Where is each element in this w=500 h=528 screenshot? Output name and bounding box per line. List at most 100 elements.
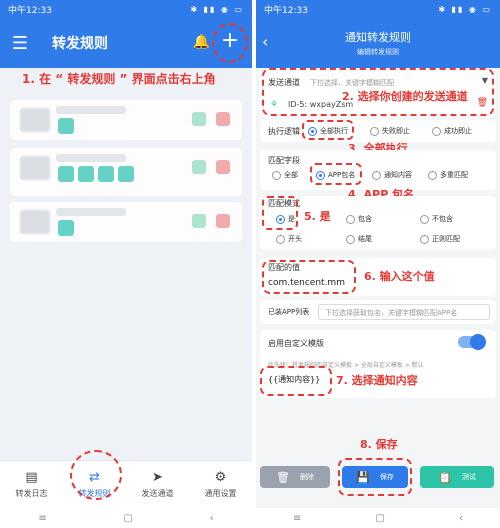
exec-logic-label: 执行逻辑 (268, 127, 300, 136)
rule-card-blurred (20, 210, 50, 234)
template-input[interactable]: {{通知内容}} (268, 374, 320, 385)
bell-icon[interactable]: 🔔 (193, 34, 210, 50)
rule-chip (78, 166, 94, 182)
nav-label: 转发规则 (78, 489, 111, 498)
match-field-label: 匹配字段 (268, 156, 300, 165)
radio-exec-all[interactable]: 全部执行 (308, 126, 348, 136)
radio-dot (420, 234, 429, 244)
rule-card[interactable] (10, 148, 242, 196)
app-bar: ☰ 转发规则 🔔 + (0, 18, 252, 68)
status-bar: 中午12:33 ✱ ▮▮ ◉ ▭ (256, 0, 500, 18)
page-title: 转发规则 (52, 36, 108, 52)
rule-chip (98, 166, 114, 182)
annotation-step-8: 8. 保存 (360, 438, 398, 451)
annotation-step-5: 5. 是 (304, 210, 331, 223)
radio-dot (308, 126, 317, 136)
rule-chip (58, 118, 74, 134)
annotation-step-6: 6. 输入这个值 (364, 270, 435, 283)
app-list-select[interactable]: 下拉选择获取包名，关键字模糊匹配APP名 (318, 304, 490, 320)
radio-stop-on-success[interactable]: 成功即止 (432, 126, 472, 136)
nav-settings[interactable]: ⚙ 通用设置 (189, 461, 252, 508)
radio-field-notify-content[interactable]: 通知内容 (372, 170, 412, 180)
nav-forward-log[interactable]: ▤ 转发日志 (0, 461, 63, 508)
home-icon[interactable]: ▢ (375, 513, 384, 524)
radio-dot (372, 170, 381, 180)
status-icons: ✱ ▮▮ ◉ ▭ (190, 4, 244, 14)
rule-card-blurred (20, 156, 50, 180)
radio-field-all[interactable]: 全部 (272, 170, 298, 180)
radio-dot (370, 126, 379, 136)
radio-field-multi[interactable]: 多重匹配 (428, 170, 468, 180)
edit-icon[interactable] (192, 112, 206, 126)
radio-dot (420, 214, 429, 224)
radio-mode-starts-with[interactable]: 开头 (276, 234, 302, 244)
radio-dot (276, 234, 285, 244)
delete-icon[interactable] (216, 214, 230, 228)
radio-dot (346, 234, 355, 244)
delete-icon[interactable] (216, 160, 230, 174)
match-value-label: 匹配的值 (268, 263, 300, 272)
status-time: 中午12:33 (8, 5, 52, 16)
rule-card[interactable] (10, 100, 242, 140)
match-mode-label: 匹配模式 (268, 199, 300, 208)
dropdown-arrow-icon[interactable]: ▼ (482, 76, 488, 85)
back-icon[interactable]: ‹ (210, 513, 214, 524)
radio-label: 不包含 (432, 215, 453, 223)
radio-mode-not-contains[interactable]: 不包含 (420, 214, 453, 224)
app-list-label: 已装APP列表 (268, 308, 310, 316)
radio-label: APP包名 (328, 171, 356, 179)
nav-send-channel[interactable]: ➤ 发送通道 (126, 461, 189, 508)
recents-icon[interactable]: ≡ (38, 513, 46, 524)
app-bar: ‹ 通知转发规则 编辑转发规则 (256, 18, 500, 68)
radio-label: 是 (288, 215, 295, 223)
gear-icon: ⚙ (214, 470, 227, 485)
menu-icon[interactable]: ☰ (0, 33, 40, 54)
rule-card-blurred (20, 108, 50, 132)
nav-forward-rules[interactable]: ⇄ 转发规则 (63, 461, 126, 508)
edit-icon[interactable] (192, 160, 206, 174)
radio-dot (432, 126, 441, 136)
recents-icon[interactable]: ≡ (293, 513, 301, 524)
page-subtitle: 编辑转发规则 (357, 48, 399, 56)
nav-label: 转发日志 (15, 489, 48, 498)
back-arrow-icon[interactable]: ‹ (262, 32, 268, 51)
radio-mode-regex[interactable]: 正则匹配 (420, 234, 460, 244)
save-button[interactable]: 💾 保存 (342, 466, 408, 488)
match-value-input[interactable]: com.tencent.mm (268, 278, 345, 288)
radio-label: 失败即止 (382, 127, 410, 135)
custom-template-label: 启用自定义模版 (268, 339, 324, 348)
home-icon[interactable]: ▢ (123, 513, 132, 524)
add-rule-button[interactable]: + (218, 30, 242, 54)
app-list-section: 已装APP列表 下拉选择获取包名，关键字模糊匹配APP名 (260, 300, 496, 324)
radio-dot (346, 214, 355, 224)
rules-icon: ⇄ (89, 470, 100, 485)
rule-card[interactable] (10, 202, 242, 242)
radio-stop-on-fail[interactable]: 失败即止 (370, 126, 410, 136)
radio-mode-ends-with[interactable]: 结尾 (346, 234, 372, 244)
radio-mode-equals[interactable]: 是 (276, 214, 295, 224)
trash-icon[interactable]: 🗑 (477, 98, 488, 108)
radio-label: 结尾 (358, 235, 372, 243)
delete-icon[interactable] (216, 112, 230, 126)
radio-dot (316, 170, 325, 180)
system-nav-bar: ≡ ▢ ‹ (256, 508, 500, 528)
edit-rule-screen: 中午12:33 ✱ ▮▮ ◉ ▭ ‹ 通知转发规则 编辑转发规则 发送通道 下拉… (256, 0, 500, 528)
log-icon: ▤ (25, 470, 38, 485)
nav-label: 发送通道 (141, 489, 174, 498)
edit-icon[interactable] (192, 214, 206, 228)
send-channel-select[interactable]: 下拉选择，关键字模糊匹配 (310, 78, 394, 88)
channel-type-icon: ⚘ (270, 100, 279, 110)
back-icon[interactable]: ‹ (459, 513, 463, 524)
radio-dot (272, 170, 281, 180)
rules-list-screen: 中午12:33 ✱ ▮▮ ◉ ▭ ☰ 转发规则 🔔 + 1. 在 “ 转发规则 … (0, 0, 252, 528)
radio-mode-contains[interactable]: 包含 (346, 214, 372, 224)
custom-template-toggle[interactable] (458, 334, 486, 350)
radio-field-app-package[interactable]: APP包名 (316, 170, 355, 180)
rule-chip (58, 220, 74, 236)
radio-label: 多重匹配 (440, 171, 468, 179)
save-icon: 💾 (356, 470, 370, 484)
test-icon: 📋 (438, 470, 452, 484)
test-button[interactable]: 📋 测试 (420, 466, 494, 488)
delete-button[interactable]: 🗑 删除 (260, 466, 330, 488)
annotation-step-1: 1. 在 “ 转发规则 ” 界面点击右上角 (22, 72, 216, 86)
